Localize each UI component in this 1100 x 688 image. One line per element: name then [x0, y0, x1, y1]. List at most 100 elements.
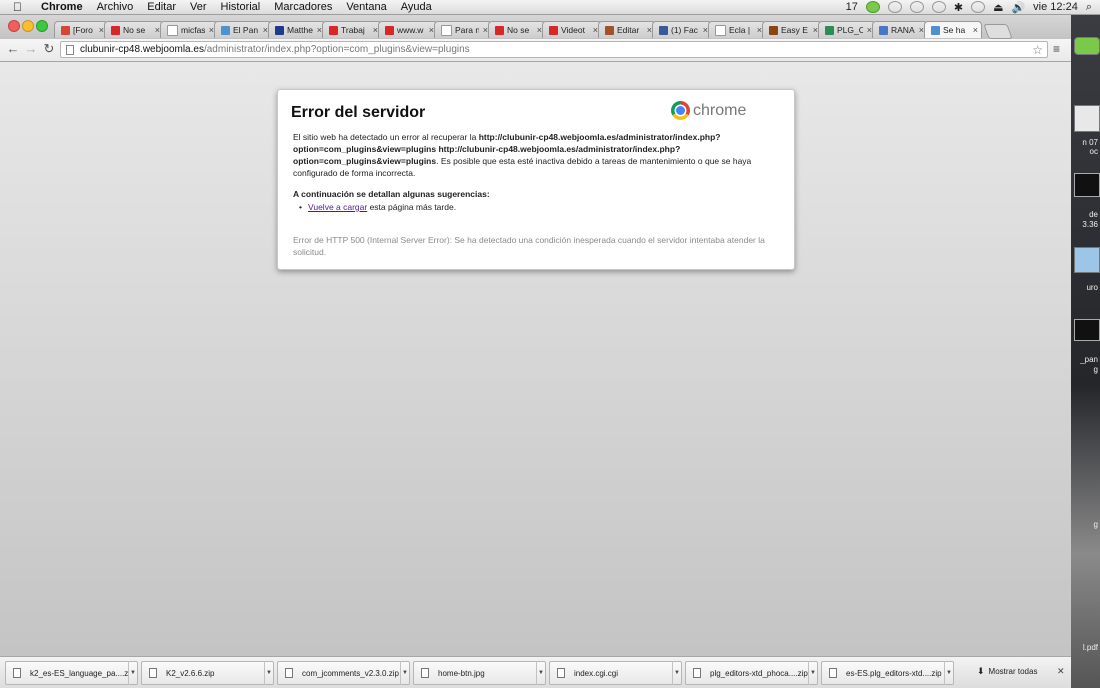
download-menu-arrow[interactable]: ▼ — [400, 661, 409, 685]
tab-title: PLG_C — [837, 25, 863, 35]
reload-link[interactable]: Vuelve a cargar — [308, 202, 367, 212]
facebook-page-icon — [275, 25, 284, 35]
reload-button[interactable]: ↻ — [41, 41, 57, 57]
tab[interactable]: RANA × — [872, 21, 928, 38]
time-machine-icon[interactable] — [909, 1, 924, 13]
url-path: /administrator/index.php?option=com_plug… — [203, 44, 470, 55]
wifi-icon[interactable] — [971, 1, 986, 13]
forward-button[interactable]: → — [23, 41, 39, 57]
download-menu-arrow[interactable]: ▼ — [264, 661, 273, 685]
file-icon — [13, 668, 21, 678]
menu-editar[interactable]: Editar — [140, 0, 183, 14]
desktop-file-icon[interactable] — [1074, 319, 1100, 341]
download-menu-arrow[interactable]: ▼ — [808, 661, 817, 685]
window-close-button[interactable] — [8, 20, 20, 32]
sync-icon[interactable] — [931, 1, 946, 13]
unir-icon — [495, 25, 504, 35]
back-button[interactable]: ← — [5, 41, 21, 57]
download-item[interactable]: index.cgi.cgi ▼ — [549, 661, 682, 685]
tab-title: Matthe — [287, 25, 313, 35]
menu-ver[interactable]: Ver — [183, 0, 214, 14]
chrome-menu-icon[interactable]: ≡ — [1053, 42, 1065, 56]
menu-historial[interactable]: Historial — [214, 0, 268, 14]
tab-title: No se — [123, 25, 146, 35]
window-maximize-button[interactable] — [36, 20, 48, 32]
tab[interactable]: (1) Fac × — [652, 21, 712, 38]
address-bar[interactable]: clubunir-cp48.webjoomla.es /administrato… — [60, 41, 1048, 58]
joomla-icon — [221, 25, 230, 35]
menu-ventana[interactable]: Ventana — [339, 0, 393, 14]
download-item[interactable]: es-ES.plg_editors-xtd....zip ▼ — [821, 661, 954, 685]
menu-ayuda[interactable]: Ayuda — [394, 0, 439, 14]
tab-close-icon[interactable]: × — [973, 25, 978, 35]
menu-app-chrome[interactable]: Chrome — [34, 0, 90, 14]
download-item[interactable]: com_jcomments_v2.3.0.zip ▼ — [277, 661, 410, 685]
tab-title: El Pan — [233, 25, 259, 35]
download-item[interactable]: k2_es-ES_language_pa....zip ▼ — [5, 661, 138, 685]
tab-title: Editar — [617, 25, 640, 35]
error-title: Error del servidor — [291, 104, 426, 121]
tab[interactable]: Trabaj × — [322, 21, 382, 38]
tab[interactable]: www.w × — [378, 21, 438, 38]
tab-title: Videot — [561, 25, 585, 35]
download-filename: index.cgi.cgi — [574, 668, 619, 678]
tab[interactable]: Videot × — [542, 21, 602, 38]
tab[interactable]: Matthe × — [268, 21, 326, 38]
unir-icon — [385, 25, 394, 35]
tab[interactable]: micfas × — [160, 21, 218, 38]
show-all-downloads-button[interactable]: ⬇ Mostrar todas — [977, 666, 1037, 677]
app-icon[interactable] — [1074, 37, 1100, 55]
download-item[interactable]: K2_v2.6.6.zip ▼ — [141, 661, 274, 685]
tab[interactable]: Para n × — [434, 21, 492, 38]
bluetooth-icon[interactable]: ✱ — [954, 1, 963, 14]
tab-title: micfas — [181, 25, 205, 35]
apple-menu-icon[interactable]:  — [13, 1, 25, 13]
tab[interactable]: Easy E × — [762, 21, 822, 38]
menubar-clock[interactable]: vie 12:24 — [1033, 1, 1078, 13]
download-item[interactable]: home-btn.jpg ▼ — [413, 661, 546, 685]
notification-count[interactable]: 17 — [846, 1, 858, 13]
tab[interactable]: El Pan × — [214, 21, 272, 38]
download-menu-arrow[interactable]: ▼ — [128, 661, 137, 685]
menu-archivo[interactable]: Archivo — [90, 0, 141, 14]
tab[interactable]: [Foro J× — [54, 21, 108, 38]
tab[interactable]: PLG_C × — [818, 21, 876, 38]
tab-title: Trabaj — [341, 25, 365, 35]
download-filename: home-btn.jpg — [438, 668, 485, 678]
download-menu-arrow[interactable]: ▼ — [536, 661, 545, 685]
download-menu-arrow[interactable]: ▼ — [672, 661, 681, 685]
file-icon — [149, 668, 157, 678]
close-download-shelf-icon[interactable]: ✕ — [1057, 666, 1065, 677]
volume-icon[interactable]: 🔊 — [1011, 1, 1025, 14]
tab[interactable]: Ecla | × — [708, 21, 766, 38]
desktop-label: de — [1089, 210, 1098, 219]
tab[interactable]: Editar × — [598, 21, 656, 38]
joomla-icon — [931, 25, 940, 35]
tab[interactable]: No se × — [488, 21, 546, 38]
http-error-detail: Error de HTTP 500 (Internal Server Error… — [293, 235, 765, 257]
bookmark-star-icon[interactable]: ☆ — [1032, 43, 1043, 57]
download-menu-arrow[interactable]: ▼ — [944, 661, 953, 685]
skype-icon[interactable] — [865, 1, 880, 13]
desktop-file-icon[interactable] — [1074, 105, 1100, 132]
error-card: Error del servidor chrome El sitio web h… — [277, 89, 795, 270]
window-minimize-button[interactable] — [22, 20, 34, 32]
unir-icon — [329, 25, 338, 35]
menu-marcadores[interactable]: Marcadores — [267, 0, 339, 14]
spotlight-icon[interactable]: ⌕ — [1086, 1, 1092, 14]
desktop-label: l.pdf — [1082, 643, 1098, 652]
file-icon — [829, 668, 837, 678]
new-tab-button[interactable] — [983, 24, 1013, 39]
desktop-file-icon[interactable] — [1074, 173, 1100, 197]
chat-icon[interactable] — [887, 1, 902, 13]
suggestion-text: esta página más tarde. — [367, 202, 457, 212]
suggestions-heading: A continuación se detallan algunas suger… — [293, 189, 490, 199]
download-item[interactable]: plg_editors-xtd_phoca....zip ▼ — [685, 661, 818, 685]
tab[interactable]: No se × — [104, 21, 164, 38]
eject-icon[interactable]: ⏏ — [993, 1, 1003, 14]
download-filename: com_jcomments_v2.3.0.zip — [302, 668, 399, 678]
desktop-file-icon[interactable] — [1074, 247, 1100, 273]
url-host: clubunir-cp48.webjoomla.es — [80, 44, 204, 55]
tab[interactable]: Se ha × — [924, 21, 982, 38]
macos-menu-bar:  Chrome Archivo Editar Ver Historial Ma… — [0, 0, 1100, 15]
